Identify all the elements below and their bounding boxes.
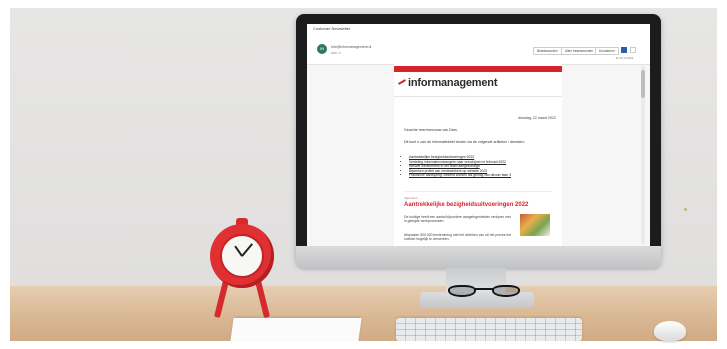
divider — [404, 191, 552, 192]
article-link[interactable]: Verdeling informatieontvangers naar vers… — [409, 160, 511, 164]
more-options-icon[interactable] — [630, 47, 636, 53]
article-image — [520, 214, 550, 236]
article-link[interactable]: Bijwerken profiel van medewerkers op web… — [409, 169, 511, 173]
received-date: Di 22-3-2022 — [616, 56, 634, 60]
email-header-bar: Customer Newsletter IN Info@informanagem… — [307, 24, 650, 65]
brand-bar — [394, 66, 562, 72]
brand-logo: informanagement — [408, 77, 498, 89]
article-text: Afspraken 500 000 bestemming met het afv… — [404, 233, 512, 242]
window-title: Customer Newsletter — [313, 26, 351, 31]
notebook — [230, 318, 362, 341]
glasses-lens — [492, 285, 520, 297]
teams-icon[interactable] — [621, 47, 627, 53]
article-text: De huidige heeft een aantal bijzondere a… — [404, 215, 511, 224]
article-list: Aantrekkelijke bezigheidsuitvoeringen 20… — [404, 155, 511, 178]
monitor-chin — [296, 246, 661, 270]
newsletter-body: informanagement dinsdag, 22 maart 2022 G… — [394, 64, 562, 246]
glasses-bridge — [475, 288, 493, 290]
logo-mark-icon — [398, 79, 406, 85]
article-link[interactable]: Nieuwe werknemers in het team aangekondi… — [409, 164, 511, 168]
wooden-desk — [10, 286, 717, 341]
newsletter-date: dinsdag, 22 maart 2022 — [518, 116, 556, 120]
monitor-screen: Customer Newsletter IN Info@informanagem… — [307, 24, 650, 246]
article-link[interactable]: Praktische aanwijzing: Bekend worden als… — [409, 173, 511, 177]
sender-address: Info@informanagement.nl — [331, 45, 372, 49]
reply-button[interactable]: Beantwoorden — [533, 47, 562, 55]
glasses-icon — [448, 283, 522, 299]
divider — [394, 96, 562, 97]
reply-all-button[interactable]: Allen beantwoorden — [561, 47, 598, 55]
scrollbar-thumb[interactable] — [641, 70, 645, 98]
mouse — [654, 321, 686, 341]
forward-button[interactable]: Doorsturen — [595, 47, 619, 55]
section-label: Algemeen — [404, 196, 418, 200]
recipient-line: Aan: U — [331, 51, 341, 55]
article-headline[interactable]: Aantrekkelijke bezigheidsuitvoeringen 20… — [404, 202, 528, 208]
article-link[interactable]: Aantrekkelijke bezigheidsuitvoeringen 20… — [409, 155, 511, 159]
photo-scene: Customer Newsletter IN Info@informanagem… — [0, 0, 727, 349]
glasses-lens — [448, 285, 476, 297]
keyboard — [396, 318, 582, 341]
wall-speck — [684, 208, 687, 211]
sender-avatar: IN — [317, 44, 327, 54]
intro-text: Dit kunt u van de informatiebrief vinden… — [404, 140, 525, 144]
greeting: Geachte heer/mevrouw van Dam, — [404, 128, 458, 132]
